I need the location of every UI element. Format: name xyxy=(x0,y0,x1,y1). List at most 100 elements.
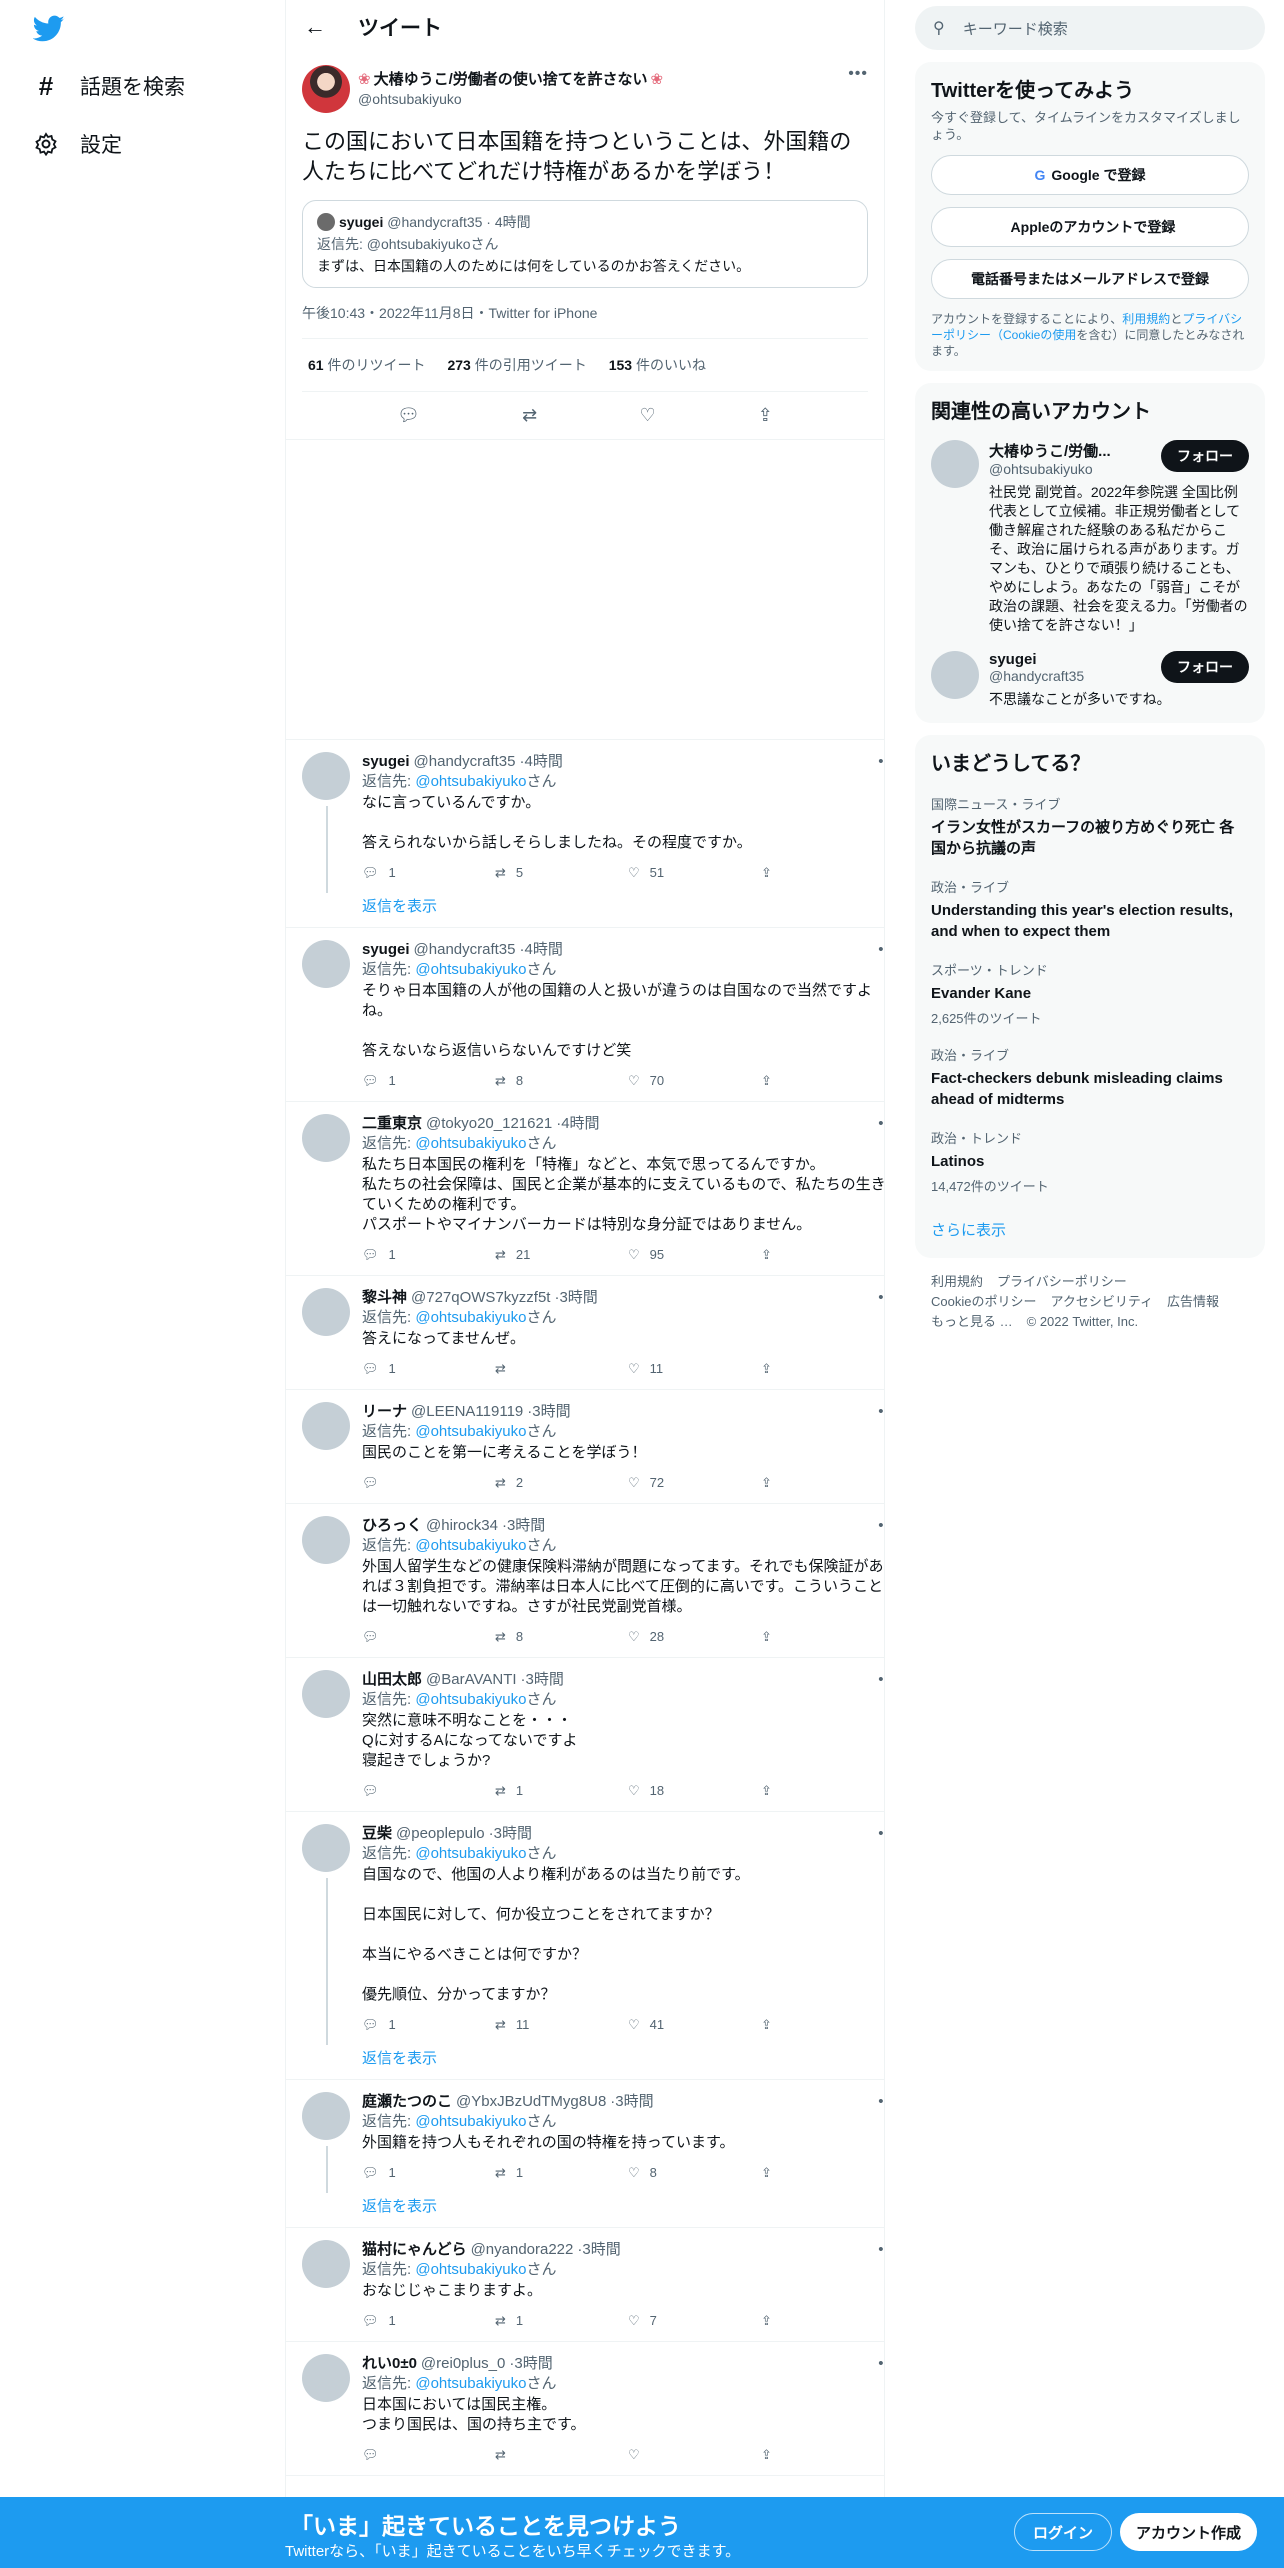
author-handle[interactable]: @ohtsubakiyuko xyxy=(358,91,848,107)
avatar[interactable] xyxy=(302,2240,350,2288)
reply-author-handle[interactable]: @YbxJBzUdTMyg8U8 xyxy=(456,2092,606,2112)
reply-author-handle[interactable]: @BarAVANTI xyxy=(426,1670,517,1690)
reply-author-name[interactable]: 二重東京 xyxy=(362,1114,422,1134)
retweet-button[interactable]: ⇄ 1 xyxy=(495,2311,628,2331)
reply-tweet[interactable]: 豆柴@peoplepulo · 3時間•••返信先: @ohtsubakiyuk… xyxy=(286,1812,884,2080)
follow-button[interactable]: フォロー xyxy=(1161,440,1249,472)
share-button[interactable]: ⇪ xyxy=(761,1627,884,1647)
footer-link[interactable]: 広告情報 xyxy=(1167,1294,1219,1309)
reply-author-name[interactable]: ひろっく xyxy=(362,1516,422,1536)
reply-author-handle[interactable]: @tokyo20_121621 xyxy=(426,1114,552,1134)
retweet-button[interactable]: ⇄ 1 xyxy=(495,1781,628,1801)
like-button[interactable]: ♡ 8 xyxy=(628,2163,761,2183)
reply-tweet[interactable]: リーナ@LEENA119119 · 3時間•••返信先: @ohtsubakiy… xyxy=(286,1390,884,1504)
footer-link[interactable]: プライバシーポリシー xyxy=(997,1274,1127,1289)
trend-item[interactable]: 政治・ライブ Understanding this year's election… xyxy=(931,877,1249,942)
share-button[interactable]: ⇪ xyxy=(761,1781,884,1801)
trend-item[interactable]: スポーツ・トレンド Evander Kane 2,625件のツイート xyxy=(931,960,1249,1027)
reply-button[interactable]: 💬︎ xyxy=(362,2445,495,2465)
avatar[interactable] xyxy=(931,651,979,699)
reply-button[interactable]: 💬︎ 1 xyxy=(362,2163,495,2183)
like-count[interactable]: 153 件のいいね xyxy=(609,355,706,375)
share-icon[interactable]: ⇪ xyxy=(758,405,773,426)
reply-button[interactable]: 💬︎ 1 xyxy=(362,2015,495,2035)
account-handle[interactable]: @ohtsubakiyuko xyxy=(989,461,1161,477)
search-box[interactable]: ⚲ キーワード検索 xyxy=(915,6,1265,50)
apple-signup-button[interactable]: Appleのアカウントで登録 xyxy=(931,207,1249,247)
reply-time[interactable]: 3時間 xyxy=(494,1824,532,1844)
like-button[interactable]: ♡ 7 xyxy=(628,2311,761,2331)
avatar[interactable] xyxy=(931,440,979,488)
avatar[interactable] xyxy=(302,1288,350,1336)
avatar[interactable] xyxy=(302,752,350,800)
reply-icon[interactable]: 💬︎ xyxy=(397,405,420,426)
reply-time[interactable]: 4時間 xyxy=(524,940,562,960)
retweet-button[interactable]: ⇄ 1 xyxy=(495,2163,628,2183)
back-arrow-icon[interactable]: ← xyxy=(304,14,344,40)
reply-to-handle[interactable]: @ohtsubakiyuko xyxy=(415,773,526,790)
account-handle[interactable]: @handycraft35 xyxy=(989,668,1161,684)
avatar[interactable] xyxy=(302,65,350,113)
reply-to-handle[interactable]: @ohtsubakiyuko xyxy=(415,1537,526,1554)
reply-time[interactable]: 3時間 xyxy=(582,2240,620,2260)
more-icon[interactable]: ••• xyxy=(878,1402,884,1422)
author-name[interactable]: 大椿ゆうこ/労働者の使い捨てを許さない xyxy=(374,68,648,89)
login-button[interactable]: ログイン xyxy=(1014,2513,1113,2551)
retweet-button[interactable]: ⇄ 2 xyxy=(495,1473,628,1493)
reply-tweet[interactable]: れい0±0@rei0plus_0 · 3時間•••返信先: @ohtsubaki… xyxy=(286,2342,884,2476)
show-more-link[interactable]: さらに表示 xyxy=(931,1219,1249,1240)
more-icon[interactable]: ••• xyxy=(878,2354,884,2374)
reply-author-handle[interactable]: @hirock34 xyxy=(426,1516,498,1536)
reply-to-handle[interactable]: @ohtsubakiyuko xyxy=(415,961,526,978)
more-icon[interactable]: ••• xyxy=(878,1114,884,1134)
show-replies-link[interactable]: 返信を表示 xyxy=(362,2049,884,2069)
more-icon[interactable]: ••• xyxy=(848,65,868,83)
more-icon[interactable]: ••• xyxy=(878,1824,884,1844)
avatar[interactable] xyxy=(302,2354,350,2402)
reply-to-handle[interactable]: @ohtsubakiyuko xyxy=(415,1691,526,1708)
reply-author-name[interactable]: 山田太郎 xyxy=(362,1670,422,1690)
reply-tweet[interactable]: ひろっく@hirock34 · 3時間•••返信先: @ohtsubakiyuk… xyxy=(286,1504,884,1658)
terms-link[interactable]: 利用規約 xyxy=(1122,312,1170,326)
like-button[interactable]: ♡ 28 xyxy=(628,1627,761,1647)
reply-button[interactable]: 💬︎ xyxy=(362,1473,495,1493)
like-button[interactable]: ♡ 41 xyxy=(628,2015,761,2035)
reply-author-name[interactable]: 庭瀬たつのこ xyxy=(362,2092,452,2112)
share-button[interactable]: ⇪ xyxy=(761,2445,884,2465)
reply-author-name[interactable]: syugei xyxy=(362,940,410,960)
avatar[interactable] xyxy=(302,1824,350,1872)
reply-author-name[interactable]: 豆柴 xyxy=(362,1824,392,1844)
avatar[interactable] xyxy=(302,2092,350,2140)
avatar[interactable] xyxy=(302,1402,350,1450)
related-account[interactable]: 大椿ゆうこ/労働... @ohtsubakiyuko フォロー 社民党 副党首。… xyxy=(931,440,1249,635)
retweet-button[interactable]: ⇄ 21 xyxy=(495,1245,628,1265)
share-button[interactable]: ⇪ xyxy=(761,1245,884,1265)
like-icon[interactable]: ♡ xyxy=(639,405,655,426)
reply-author-name[interactable]: 猫村にゃんどら xyxy=(362,2240,467,2260)
reply-author-name[interactable]: syugei xyxy=(362,752,410,772)
share-button[interactable]: ⇪ xyxy=(761,2311,884,2331)
retweet-button[interactable]: ⇄ xyxy=(495,2445,628,2465)
reply-author-handle[interactable]: @handycraft35 xyxy=(414,940,516,960)
reply-button[interactable]: 💬︎ 1 xyxy=(362,863,495,883)
tweet-meta[interactable]: 午後10:43・2022年11月8日・Twitter for iPhone xyxy=(302,303,868,339)
reply-button[interactable]: 💬︎ xyxy=(362,1781,495,1801)
google-signup-button[interactable]: G Google で登録 xyxy=(931,155,1249,195)
reply-tweet[interactable]: 黎斗神@727qOWS7kyzzf5t · 3時間•••返信先: @ohtsub… xyxy=(286,1276,884,1390)
reply-time[interactable]: 3時間 xyxy=(514,2354,552,2374)
nav-explore[interactable]: # 話題を検索 xyxy=(33,60,185,112)
reply-button[interactable]: 💬︎ xyxy=(362,1627,495,1647)
reply-time[interactable]: 3時間 xyxy=(507,1516,545,1536)
reply-author-name[interactable]: 黎斗神 xyxy=(362,1288,407,1308)
related-account[interactable]: syugei @handycraft35 フォロー 不思議なことが多いですね。 xyxy=(931,651,1249,709)
like-button[interactable]: ♡ 51 xyxy=(628,863,761,883)
footer-link[interactable]: もっと見る … xyxy=(931,1314,1013,1329)
account-name[interactable]: 大椿ゆうこ/労働... xyxy=(989,440,1161,461)
reply-time[interactable]: 3時間 xyxy=(532,1402,570,1422)
quoted-tweet[interactable]: syugei @handycraft35 · 4時間 返信先: @ohtsuba… xyxy=(302,200,868,288)
share-button[interactable]: ⇪ xyxy=(761,863,884,883)
reply-time[interactable]: 3時間 xyxy=(559,1288,597,1308)
account-name[interactable]: syugei xyxy=(989,651,1161,668)
reply-author-handle[interactable]: @peoplepulo xyxy=(396,1824,485,1844)
reply-author-handle[interactable]: @nyandora222 xyxy=(471,2240,574,2260)
